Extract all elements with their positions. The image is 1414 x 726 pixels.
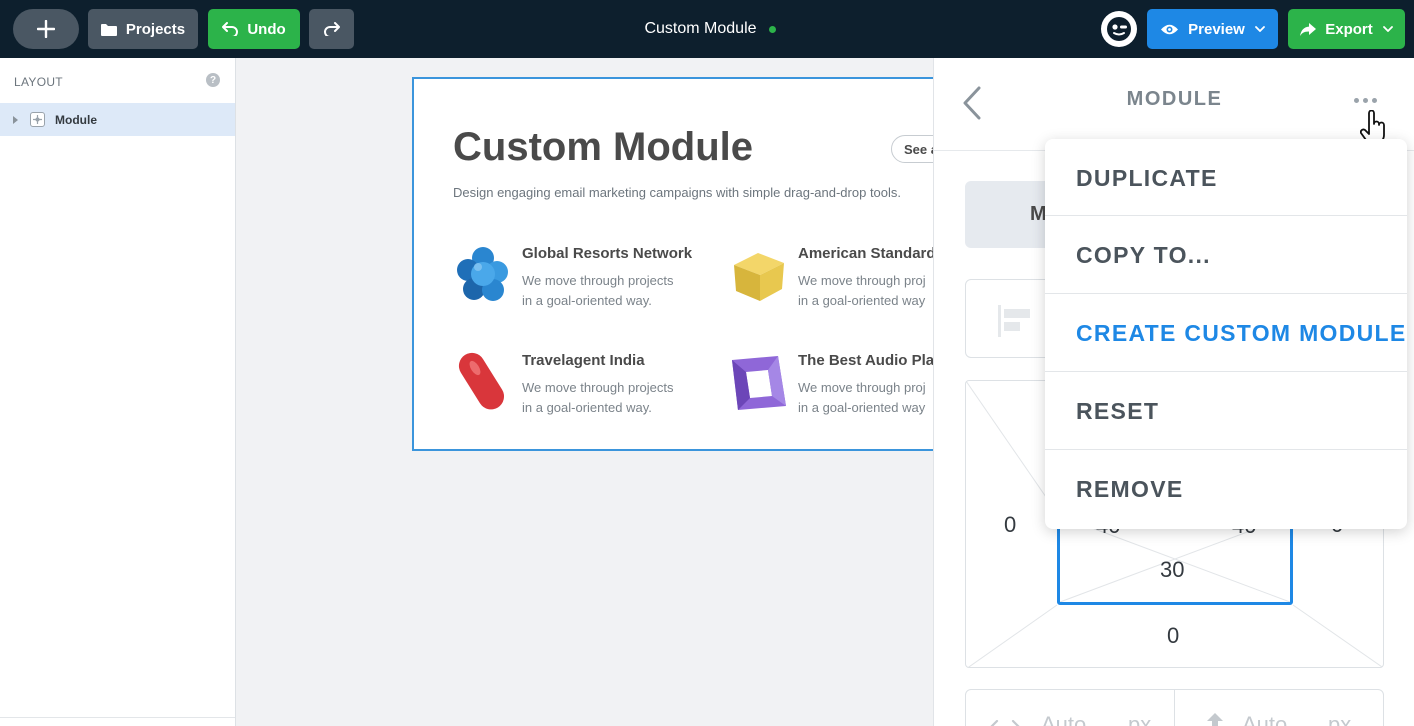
undo-button[interactable]: Undo: [208, 9, 300, 49]
feature-description: We move through projects in a goal-orient…: [522, 271, 674, 311]
module-description: Design engaging email marketing campaign…: [453, 185, 902, 200]
margin-left-value[interactable]: 0: [1004, 512, 1016, 538]
layout-sidebar: LAYOUT ? Module: [0, 58, 236, 726]
feature-item: American Standard We move through proj in…: [730, 245, 940, 315]
module-options-menu: DUPLICATE COPY TO... CREATE CUSTOM MODUL…: [1045, 139, 1407, 529]
projects-label: Projects: [125, 20, 186, 38]
undo-icon: [222, 22, 239, 36]
projects-button[interactable]: Projects: [88, 9, 198, 49]
layer-item-module[interactable]: Module: [0, 103, 235, 136]
document-title: Custom Module: [644, 20, 757, 37]
feature-title: American Standard: [798, 245, 936, 262]
height-field[interactable]: Auto px: [1176, 690, 1385, 726]
module-icon: [30, 112, 45, 127]
more-options-button[interactable]: [1354, 98, 1381, 103]
document-title-area: Custom Module: [600, 0, 820, 58]
width-value: Auto: [1041, 712, 1087, 726]
expand-arrow-icon[interactable]: [13, 115, 18, 124]
folder-icon: [100, 23, 117, 36]
top-toolbar: Projects Undo Custom Module Preview Expo…: [0, 0, 1414, 58]
width-arrows-icon: [990, 720, 1020, 726]
avatar[interactable]: [1101, 11, 1137, 47]
feature-line: We move through projects: [522, 273, 674, 288]
chevron-down-icon: [1382, 26, 1393, 32]
width-field[interactable]: Auto px: [966, 690, 1175, 726]
margin-bottom-value[interactable]: 0: [1167, 623, 1179, 649]
module-heading: Custom Module: [453, 125, 753, 169]
feature-description: We move through projects in a goal-orient…: [522, 378, 674, 418]
preview-label: Preview: [1188, 20, 1245, 38]
menu-item-duplicate[interactable]: DUPLICATE: [1045, 139, 1407, 217]
layer-label: Module: [55, 112, 97, 127]
align-left-icon: [998, 305, 1030, 337]
menu-item-create-custom-module[interactable]: CREATE CUSTOM MODULE: [1045, 294, 1407, 372]
feature-item: The Best Audio Play We move through proj…: [730, 352, 942, 422]
menu-item-remove[interactable]: REMOVE: [1045, 450, 1407, 528]
purple-frame-icon: [732, 356, 786, 410]
feature-item: Global Resorts Network We move through p…: [454, 245, 694, 315]
feature-title: Travelagent India: [522, 352, 645, 369]
feature-description: We move through proj in a goal-oriented w…: [798, 271, 926, 311]
size-controls: Auto px Auto px: [965, 689, 1384, 726]
redo-icon: [323, 22, 340, 36]
padding-bottom-value[interactable]: 30: [1160, 557, 1184, 583]
add-button[interactable]: [13, 9, 79, 49]
chevron-down-icon: [1254, 26, 1265, 32]
height-value: Auto: [1242, 712, 1288, 726]
feature-title: The Best Audio Play: [798, 352, 942, 369]
feature-line: in a goal-oriented way: [798, 293, 926, 308]
menu-item-copy-to[interactable]: COPY TO...: [1045, 216, 1407, 294]
face-icon: [1107, 17, 1131, 41]
feature-description: We move through proj in a goal-oriented w…: [798, 378, 926, 418]
feature-item: Travelagent India We move through projec…: [454, 352, 694, 422]
red-capsule-icon: [458, 352, 505, 410]
module-preview-card[interactable]: Custom Module See a Design engaging emai…: [412, 77, 942, 451]
feature-line: We move through projects: [522, 380, 674, 395]
feature-title: Global Resorts Network: [522, 245, 693, 262]
preview-button[interactable]: Preview: [1147, 9, 1278, 49]
eye-icon: [1160, 23, 1179, 36]
feature-line: in a goal-oriented way.: [522, 293, 652, 308]
redo-button[interactable]: [309, 9, 354, 49]
undo-label: Undo: [247, 20, 286, 38]
yellow-cube-icon: [734, 253, 784, 301]
panel-title: MODULE: [1126, 88, 1223, 110]
help-icon[interactable]: ?: [206, 73, 220, 87]
blue-blob-icon: [457, 247, 508, 301]
feature-line: in a goal-oriented way.: [522, 400, 652, 415]
width-unit: px: [1128, 712, 1152, 726]
feature-line: in a goal-oriented way: [798, 400, 926, 415]
sidebar-footer-divider: [0, 717, 235, 718]
height-unit: px: [1328, 712, 1352, 726]
height-arrow-icon: [1207, 713, 1223, 726]
feature-line: We move through proj: [798, 380, 926, 395]
saved-status-dot: [768, 25, 776, 33]
feature-line: We move through proj: [798, 273, 926, 288]
plus-icon: [37, 20, 55, 38]
share-arrow-icon: [1300, 22, 1317, 36]
menu-item-reset[interactable]: RESET: [1045, 372, 1407, 450]
export-button[interactable]: Export: [1288, 9, 1405, 49]
layout-heading: LAYOUT: [14, 75, 63, 89]
export-label: Export: [1325, 20, 1373, 38]
